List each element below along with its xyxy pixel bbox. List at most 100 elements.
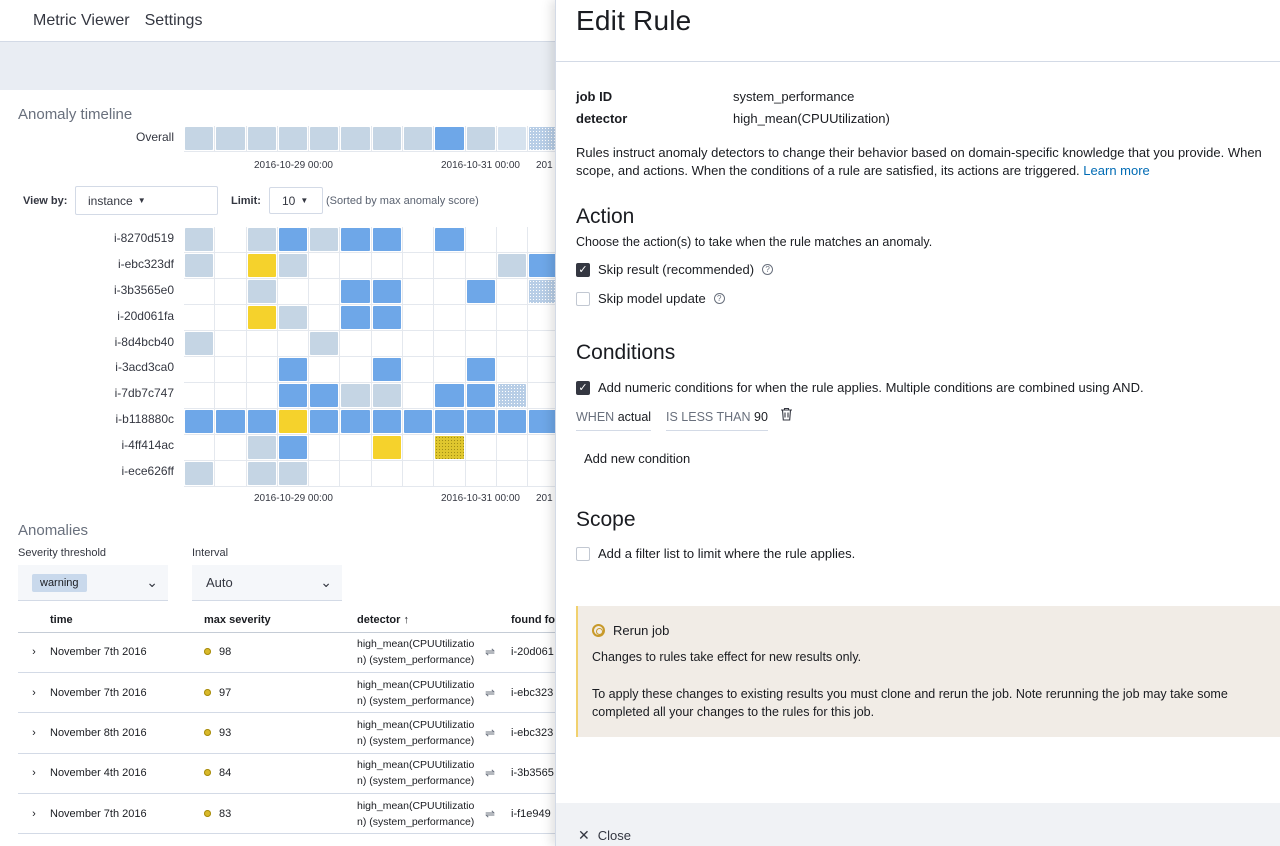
- swimlane-cell[interactable]: [340, 383, 372, 409]
- swimlane-cell[interactable]: [215, 461, 247, 487]
- swimlane-cell[interactable]: [340, 409, 372, 435]
- swimlane-cell[interactable]: [340, 253, 372, 279]
- expand-row-chevron-icon[interactable]: ›: [18, 793, 50, 835]
- swimlane-cell[interactable]: [434, 461, 466, 487]
- swimlane-cell[interactable]: [277, 253, 310, 279]
- column-header-max-severity[interactable]: max severity: [204, 608, 357, 633]
- add-new-condition-button[interactable]: Add new condition: [584, 451, 690, 466]
- severity-threshold-select[interactable]: warning ⌄: [18, 565, 168, 601]
- swimlane-cell[interactable]: [309, 461, 341, 487]
- swimlane-cell[interactable]: [340, 227, 372, 253]
- swimlane-cell[interactable]: [465, 435, 497, 461]
- swimlane-cell[interactable]: [434, 305, 466, 331]
- swimlane-cell[interactable]: [215, 305, 247, 331]
- swimlane-cell[interactable]: [215, 409, 247, 435]
- swimlane-cell[interactable]: [496, 409, 529, 435]
- swimlane-cell[interactable]: [496, 461, 529, 487]
- swimlane-cell[interactable]: [215, 126, 247, 152]
- close-button[interactable]: ✕ Close: [578, 827, 631, 844]
- swimlane-cell[interactable]: [184, 305, 216, 331]
- swimlane-cell[interactable]: [434, 409, 466, 435]
- swimlane-cell[interactable]: [371, 126, 404, 152]
- swimlane-cell[interactable]: [465, 461, 497, 487]
- swimlane-cell[interactable]: [340, 305, 372, 331]
- swimlane-cell[interactable]: [465, 126, 497, 152]
- scope-checkbox[interactable]: Add a filter list to limit where the rul…: [576, 546, 855, 561]
- swimlane-cell[interactable]: [184, 126, 216, 152]
- swimlane-cell[interactable]: [184, 253, 216, 279]
- swimlane-cell[interactable]: [434, 279, 466, 305]
- swimlane-cell[interactable]: [309, 409, 341, 435]
- swimlane-cell[interactable]: [403, 227, 435, 253]
- nav-metric-viewer[interactable]: Metric Viewer: [33, 12, 130, 30]
- column-header-found-for[interactable]: found fo: [511, 608, 560, 633]
- swimlane-cell[interactable]: [184, 409, 216, 435]
- swimlane-cell[interactable]: [403, 461, 435, 487]
- swimlane-cell[interactable]: [434, 227, 466, 253]
- expand-row-chevron-icon[interactable]: ›: [18, 753, 50, 795]
- swimlane-cell[interactable]: [246, 253, 278, 279]
- swimlane-cell[interactable]: [340, 357, 372, 383]
- swimlane-cell[interactable]: [184, 331, 216, 357]
- view-by-select[interactable]: instance ▼: [75, 186, 218, 215]
- swimlane-cell[interactable]: [340, 331, 372, 357]
- swimlane-cell[interactable]: [496, 126, 529, 152]
- swimlane-cell[interactable]: [371, 383, 404, 409]
- swimlane-cell[interactable]: [403, 305, 435, 331]
- swimlane-cell[interactable]: [246, 126, 278, 152]
- swimlane-cell[interactable]: [340, 126, 372, 152]
- swimlane-cell[interactable]: [215, 383, 247, 409]
- swimlane-cell[interactable]: [184, 461, 216, 487]
- swimlane-cell[interactable]: [496, 383, 529, 409]
- checkbox-checked-icon[interactable]: ✓: [576, 380, 590, 395]
- checkbox-unchecked-icon[interactable]: [576, 546, 590, 561]
- swimlane-cell[interactable]: [403, 279, 435, 305]
- swimlane-cell[interactable]: [277, 305, 310, 331]
- checkbox-unchecked-icon[interactable]: [576, 291, 590, 306]
- swimlane-cell[interactable]: [215, 227, 247, 253]
- swimlane-cell[interactable]: [277, 357, 310, 383]
- swimlane-cell[interactable]: [465, 331, 497, 357]
- interval-select[interactable]: Auto ⌄: [192, 565, 342, 601]
- trash-icon[interactable]: [780, 407, 793, 424]
- swimlane-cell[interactable]: [215, 435, 247, 461]
- swimlane-cell[interactable]: [246, 305, 278, 331]
- swimlane-cell[interactable]: [403, 383, 435, 409]
- swimlane-cell[interactable]: [246, 227, 278, 253]
- swimlane-cell[interactable]: [403, 409, 435, 435]
- swimlane-cell[interactable]: [465, 383, 497, 409]
- skip-result-checkbox[interactable]: ✓ Skip result (recommended) ?: [576, 262, 774, 277]
- condition-when-expression[interactable]: WHEN actual: [576, 410, 652, 431]
- swimlane-cell[interactable]: [496, 331, 529, 357]
- nav-settings[interactable]: Settings: [145, 12, 203, 30]
- conditions-checkbox[interactable]: ✓ Add numeric conditions for when the ru…: [576, 380, 1144, 395]
- swimlane-cell[interactable]: [371, 305, 404, 331]
- swimlane-cell[interactable]: [215, 331, 247, 357]
- swimlane-cell[interactable]: [340, 435, 372, 461]
- swimlane-cell[interactable]: [465, 409, 497, 435]
- swimlane-cell[interactable]: [246, 331, 278, 357]
- limit-select[interactable]: 10 ▼: [269, 187, 323, 214]
- configure-rules-icon[interactable]: ⇌: [485, 686, 507, 700]
- swimlane-cell[interactable]: [371, 461, 404, 487]
- swimlane-cell[interactable]: [246, 279, 278, 305]
- swimlane-cell[interactable]: [309, 383, 341, 409]
- swimlane-cell[interactable]: [434, 331, 466, 357]
- swimlane-cell[interactable]: [215, 279, 247, 305]
- condition-operator-expression[interactable]: IS LESS THAN 90: [666, 410, 768, 431]
- swimlane-cell[interactable]: [403, 357, 435, 383]
- swimlane-cell[interactable]: [184, 383, 216, 409]
- swimlane-cell[interactable]: [371, 227, 404, 253]
- swimlane-cell[interactable]: [277, 227, 310, 253]
- swimlane-cell[interactable]: [371, 331, 404, 357]
- swimlane-cell[interactable]: [246, 435, 278, 461]
- swimlane-cell[interactable]: [215, 253, 247, 279]
- swimlane-cell[interactable]: [371, 357, 404, 383]
- swimlane-cell[interactable]: [465, 279, 497, 305]
- swimlane-cell[interactable]: [371, 435, 404, 461]
- configure-rules-icon[interactable]: ⇌: [485, 766, 507, 780]
- swimlane-cell[interactable]: [184, 279, 216, 305]
- swimlane-cell[interactable]: [465, 357, 497, 383]
- instance-swimlanes[interactable]: [184, 227, 560, 487]
- column-header-time[interactable]: time: [50, 608, 204, 633]
